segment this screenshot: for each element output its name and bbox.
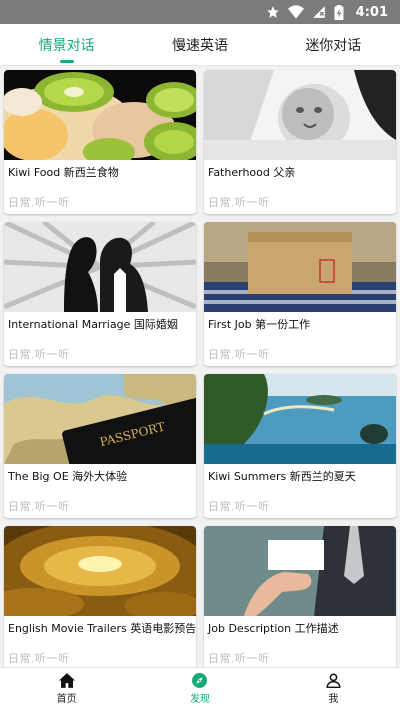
- lesson-subtitle: 日常.听一听: [208, 652, 270, 665]
- nav-discover[interactable]: 发现: [133, 668, 266, 710]
- tab-scenario-dialogue[interactable]: 情景对话: [0, 24, 133, 65]
- tab-mini-dialogue[interactable]: 迷你对话: [267, 24, 400, 65]
- tab-slow-english[interactable]: 慢速英语: [133, 24, 266, 65]
- lesson-title: International Marriage 国际婚姻: [8, 318, 178, 331]
- lesson-title: Kiwi Food 新西兰食物: [8, 166, 119, 179]
- nav-home[interactable]: 首页: [0, 668, 133, 710]
- status-bar: 4:01: [0, 0, 400, 24]
- person-icon: [326, 673, 341, 688]
- lesson-subtitle: 日常.听一听: [208, 500, 270, 513]
- category-tabs: 情景对话 慢速英语 迷你对话: [0, 24, 400, 66]
- status-time: 4:01: [355, 4, 388, 20]
- lesson-thumbnail: [204, 374, 396, 464]
- nav-discover-label: 发现: [189, 694, 210, 705]
- home-icon: [58, 673, 75, 688]
- lesson-title: The Big OE 海外大体验: [8, 470, 128, 483]
- lesson-thumbnail: [204, 222, 396, 312]
- lesson-card-international-marriage[interactable]: International Marriage 国际婚姻 日常.听一听: [4, 222, 196, 366]
- lesson-card-fatherhood[interactable]: Fatherhood 父亲 日常.听一听: [204, 70, 396, 214]
- lesson-list: Kiwi Food 新西兰食物 日常.听一听 Fatherhood 父亲 日常.…: [0, 66, 400, 667]
- lesson-thumbnail: [4, 70, 196, 160]
- lesson-card-kiwi-summers[interactable]: Kiwi Summers 新西兰的夏天 日常.听一听: [204, 374, 396, 518]
- compass-icon: [192, 673, 208, 688]
- wifi-icon: [287, 5, 304, 19]
- lesson-thumbnail: [204, 526, 396, 616]
- lesson-title: Kiwi Summers 新西兰的夏天: [208, 470, 356, 483]
- battery-charging-icon: [334, 4, 344, 20]
- star-icon: [266, 5, 280, 19]
- lesson-subtitle: 日常.听一听: [8, 500, 70, 513]
- lesson-card-first-job[interactable]: First Job 第一份工作 日常.听一听: [204, 222, 396, 366]
- nav-home-label: 首页: [56, 694, 77, 705]
- signal-off-icon: [312, 5, 326, 19]
- lesson-card-kiwi-food[interactable]: Kiwi Food 新西兰食物 日常.听一听: [4, 70, 196, 214]
- nav-me[interactable]: 我: [267, 668, 400, 710]
- lesson-thumbnail: [4, 526, 196, 616]
- lesson-title: First Job 第一份工作: [208, 318, 311, 331]
- lesson-subtitle: 日常.听一听: [208, 348, 270, 361]
- lesson-title: Fatherhood 父亲: [208, 166, 296, 179]
- lesson-thumbnail: PASSPORT: [4, 374, 196, 464]
- lesson-title: English Movie Trailers 英语电影预告片: [8, 622, 196, 635]
- lesson-subtitle: 日常.听一听: [8, 196, 70, 209]
- bottom-navigation: 首页 发现 我: [0, 667, 400, 710]
- lesson-subtitle: 日常.听一听: [8, 348, 70, 361]
- lesson-thumbnail: [4, 222, 196, 312]
- lesson-title: Job Description 工作描述: [208, 622, 339, 635]
- lesson-card-job-description[interactable]: Job Description 工作描述 日常.听一听: [204, 526, 396, 667]
- lesson-card-movie-trailers[interactable]: English Movie Trailers 英语电影预告片 日常.听一听: [4, 526, 196, 667]
- lesson-subtitle: 日常.听一听: [208, 196, 270, 209]
- lesson-subtitle: 日常.听一听: [8, 652, 70, 665]
- lesson-card-big-oe[interactable]: PASSPORT The Big OE 海外大体验 日常.听一听: [4, 374, 196, 518]
- nav-me-label: 我: [328, 694, 339, 705]
- lesson-thumbnail: [204, 70, 396, 160]
